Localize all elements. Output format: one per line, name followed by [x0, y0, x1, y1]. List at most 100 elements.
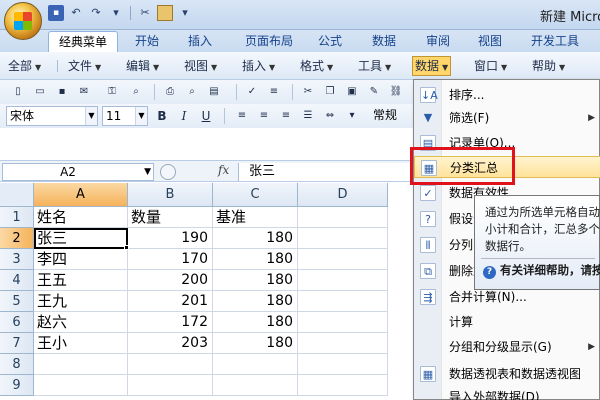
row-header-4[interactable]: 4: [0, 270, 34, 291]
table-cell[interactable]: 170: [128, 249, 213, 270]
tab-review[interactable]: 审阅: [416, 31, 460, 52]
select-all-corner[interactable]: [0, 183, 34, 207]
tab-classic-menu[interactable]: 经典菜单: [48, 31, 118, 52]
active-cell[interactable]: 张三: [34, 228, 128, 249]
menu-file[interactable]: 文件 ▼: [68, 57, 101, 75]
customize-dropdown-icon[interactable]: ▾: [108, 5, 124, 21]
permission-icon[interactable]: ⚿: [104, 84, 120, 100]
justify-icon[interactable]: ☰: [300, 108, 316, 124]
column-header-b[interactable]: B: [128, 183, 213, 207]
menu-item-sort[interactable]: ↓A 排序...: [414, 84, 600, 106]
column-header-d[interactable]: D: [298, 183, 388, 207]
align-left-icon[interactable]: ≡: [234, 108, 250, 124]
format-painter-icon[interactable]: ✎: [366, 84, 382, 100]
menu-format[interactable]: 格式 ▼: [300, 57, 333, 75]
italic-button[interactable]: I: [176, 108, 192, 124]
tab-formulas[interactable]: 公式: [308, 31, 352, 52]
insert-link-icon[interactable]: ⛓: [388, 84, 404, 100]
row-header-3[interactable]: 3: [0, 249, 34, 270]
font-size-combo[interactable]: 11 ▼: [102, 106, 148, 126]
table-cell[interactable]: [298, 249, 388, 270]
table-cell[interactable]: 180: [213, 270, 298, 291]
underline-button[interactable]: U: [198, 108, 214, 124]
menu-item-pivot-table[interactable]: ▦ 数据透视表和数据透视图: [414, 363, 600, 385]
chevron-down-icon[interactable]: ▼: [85, 107, 97, 125]
tab-insert[interactable]: 插入: [178, 31, 222, 52]
table-cell[interactable]: 王九: [34, 291, 128, 312]
table-cell[interactable]: [128, 354, 213, 375]
table-cell[interactable]: 190: [128, 228, 213, 249]
more-options-icon[interactable]: ▾: [344, 108, 360, 124]
menu-help[interactable]: 帮助 ▼: [532, 57, 565, 75]
column-header-c[interactable]: C: [213, 183, 298, 207]
table-cell[interactable]: [34, 375, 128, 396]
menu-all[interactable]: 全部 ▼: [8, 57, 41, 75]
table-cell[interactable]: 180: [213, 249, 298, 270]
table-cell[interactable]: 数量: [128, 207, 213, 228]
thesaurus-icon[interactable]: ≡: [266, 84, 282, 100]
office-button[interactable]: [4, 2, 42, 40]
align-center-icon[interactable]: ≡: [256, 108, 272, 124]
tab-view[interactable]: 视图: [468, 31, 512, 52]
merge-center-icon[interactable]: ⇔: [322, 108, 338, 124]
menu-item-import-data[interactable]: 导入外部数据(D): [414, 386, 600, 400]
table-cell[interactable]: [213, 354, 298, 375]
table-cell[interactable]: [298, 354, 388, 375]
row-header-9[interactable]: 9: [0, 375, 34, 396]
row-header-8[interactable]: 8: [0, 354, 34, 375]
table-cell[interactable]: [298, 228, 388, 249]
table-cell[interactable]: [298, 333, 388, 354]
cancel-icon[interactable]: [160, 164, 176, 180]
menu-view[interactable]: 视图 ▼: [184, 57, 217, 75]
paste-icon[interactable]: ▣: [344, 84, 360, 100]
table-cell[interactable]: 王小: [34, 333, 128, 354]
bold-button[interactable]: B: [154, 108, 170, 124]
table-cell[interactable]: [298, 375, 388, 396]
undo-icon[interactable]: ↶: [68, 5, 84, 21]
research-icon[interactable]: ▤: [206, 84, 222, 100]
row-header-7[interactable]: 7: [0, 333, 34, 354]
print-preview-icon[interactable]: ⌕: [184, 84, 200, 100]
tab-home[interactable]: 开始: [125, 31, 169, 52]
table-cell[interactable]: 李四: [34, 249, 128, 270]
menu-item-calculate[interactable]: 计算: [414, 311, 600, 333]
table-cell[interactable]: [298, 207, 388, 228]
tooltip-help[interactable]: ? 有关详细帮助，请按: [483, 262, 600, 279]
tab-developer[interactable]: 开发工具: [524, 31, 586, 52]
menu-insert[interactable]: 插入 ▼: [242, 57, 275, 75]
name-box[interactable]: A2 ▼: [2, 163, 154, 181]
column-header-a[interactable]: A: [34, 183, 128, 207]
table-cell[interactable]: [298, 291, 388, 312]
menu-tools[interactable]: 工具 ▼: [358, 57, 391, 75]
email-icon[interactable]: ✉: [76, 84, 92, 100]
new-icon[interactable]: ▯: [10, 84, 26, 100]
save-icon[interactable]: ▪: [48, 5, 64, 21]
table-cell[interactable]: [298, 270, 388, 291]
table-cell[interactable]: 180: [213, 312, 298, 333]
number-format-combo[interactable]: 常规: [370, 106, 406, 126]
fill-handle[interactable]: [124, 245, 129, 250]
chevron-down-icon[interactable]: ▼: [135, 107, 147, 125]
table-cell[interactable]: 200: [128, 270, 213, 291]
table-cell[interactable]: 172: [128, 312, 213, 333]
font-name-combo[interactable]: 宋体 ▼: [6, 106, 98, 126]
table-cell[interactable]: 180: [213, 333, 298, 354]
menu-item-group-outline[interactable]: 分组和分级显示(G) ▶: [414, 336, 600, 358]
menu-edit[interactable]: 编辑 ▼: [126, 57, 159, 75]
table-cell[interactable]: 201: [128, 291, 213, 312]
row-header-6[interactable]: 6: [0, 312, 34, 333]
spelling-icon[interactable]: ✓: [244, 84, 260, 100]
row-header-2[interactable]: 2: [0, 228, 34, 249]
menu-window[interactable]: 窗口 ▼: [474, 57, 507, 75]
table-cell[interactable]: 姓名: [34, 207, 128, 228]
table-cell[interactable]: 王五: [34, 270, 128, 291]
table-cell[interactable]: 赵六: [34, 312, 128, 333]
open-icon[interactable]: ▭: [32, 84, 48, 100]
table-cell[interactable]: 180: [213, 291, 298, 312]
cut-icon[interactable]: ✂: [300, 84, 316, 100]
print-icon[interactable]: ⎙: [162, 84, 178, 100]
table-cell[interactable]: 203: [128, 333, 213, 354]
chevron-down-icon[interactable]: ▼: [144, 164, 151, 180]
table-cell[interactable]: 180: [213, 228, 298, 249]
save-icon[interactable]: ▪: [54, 84, 70, 100]
